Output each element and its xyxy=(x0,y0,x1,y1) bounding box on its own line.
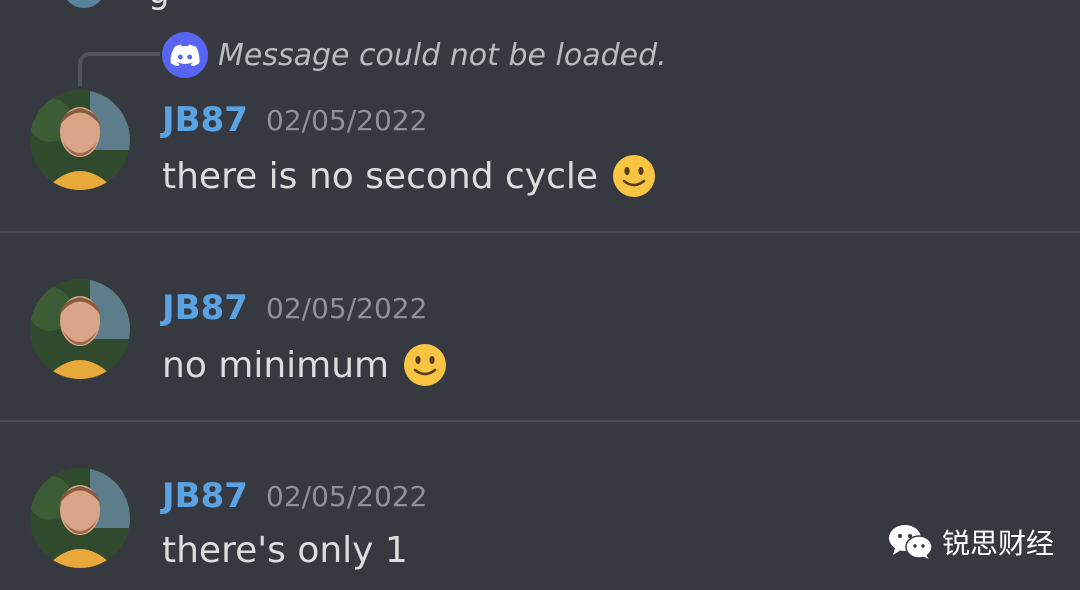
wechat-icon xyxy=(889,525,933,559)
message-divider xyxy=(0,420,1080,422)
message-text: there is no second cycle xyxy=(162,155,599,197)
message-text: no minimum xyxy=(162,344,390,386)
username[interactable]: JB87 xyxy=(162,476,248,516)
watermark: 锐思财经 xyxy=(888,522,1054,562)
message-divider xyxy=(0,231,1080,233)
avatar xyxy=(62,0,106,8)
slightly-smiling-face-icon xyxy=(404,344,447,386)
username[interactable]: JB87 xyxy=(162,288,248,328)
avatar[interactable] xyxy=(30,468,130,568)
reply-connector-line xyxy=(78,52,160,86)
slightly-smiling-face-icon xyxy=(613,155,656,197)
message-content: no minimum xyxy=(162,343,447,387)
avatar[interactable] xyxy=(30,90,130,190)
message-text: there's only 1 xyxy=(162,530,408,571)
timestamp: 02/05/2022 xyxy=(266,480,428,513)
watermark-text: 锐思财经 xyxy=(942,527,1055,560)
discord-icon xyxy=(162,32,208,78)
previous-message-fragment: g xyxy=(62,0,262,12)
timestamp: 02/05/2022 xyxy=(266,292,428,325)
cut-text: g xyxy=(148,0,170,12)
avatar[interactable] xyxy=(30,279,130,379)
message-content: there is no second cycle xyxy=(162,154,656,198)
username[interactable]: JB87 xyxy=(162,100,248,140)
timestamp: 02/05/2022 xyxy=(266,104,428,137)
message-content: there's only 1 xyxy=(162,530,408,571)
reply-unavailable-text[interactable]: Message could not be loaded. xyxy=(218,38,667,73)
